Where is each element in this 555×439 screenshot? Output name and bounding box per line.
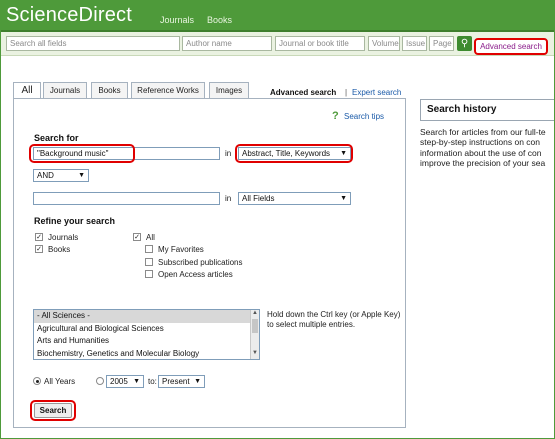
in-label-2: in — [225, 194, 232, 203]
operator-value: AND — [37, 171, 54, 180]
subscribed-checkbox-label: Subscribed publications — [158, 258, 243, 267]
quick-search-go-button[interactable]: ⚲ — [457, 36, 472, 51]
tab-images[interactable]: Images — [209, 82, 249, 99]
subject-listbox[interactable]: - All Sciences - Agricultural and Biolog… — [33, 309, 260, 360]
dropdown-arrow-icon: ▼ — [194, 378, 201, 385]
field-2-value: All Fields — [242, 194, 275, 203]
title-separator: | — [345, 88, 348, 97]
subscribed-checkbox[interactable] — [145, 258, 153, 266]
favorites-checkbox[interactable] — [145, 245, 153, 253]
favorites-checkbox-label: My Favorites — [158, 245, 204, 254]
scrollbar-thumb[interactable] — [252, 319, 258, 333]
search-for-label: Search for — [34, 133, 79, 143]
search-history-description: Search for articles from our full-te ste… — [420, 127, 555, 169]
dropdown-arrow-icon: ▼ — [78, 172, 85, 179]
journal-title-input[interactable]: Journal or book title — [275, 36, 365, 51]
all-years-radio[interactable] — [33, 377, 41, 385]
help-question-icon[interactable]: ? — [332, 110, 339, 122]
all-checkbox[interactable]: ✓ — [133, 233, 141, 241]
subject-option[interactable]: Agricultural and Biological Sciences — [34, 323, 259, 336]
sciencedirect-logo[interactable]: ScienceDirect — [6, 4, 132, 27]
highlight-search-button — [30, 400, 76, 421]
books-checkbox[interactable]: ✓ — [35, 245, 43, 253]
operator-select[interactable]: AND ▼ — [33, 169, 89, 182]
refine-label: Refine your search — [34, 216, 116, 226]
nav-journals[interactable]: Journals — [160, 15, 194, 25]
top-bar: ScienceDirect Journals Books — [0, 0, 555, 32]
open-access-checkbox[interactable] — [145, 270, 153, 278]
all-checkbox-label: All — [146, 233, 155, 242]
search-term-2-input[interactable] — [33, 192, 220, 205]
history-line: information about the use of con — [420, 147, 542, 158]
tab-reference-works[interactable]: Reference Works — [131, 82, 205, 99]
to-label: to: — [148, 377, 157, 386]
highlight-term-1 — [29, 144, 135, 163]
all-years-label: All Years — [44, 377, 76, 386]
history-line: Search for articles from our full-te — [420, 127, 546, 137]
dropdown-arrow-icon: ▼ — [133, 378, 140, 385]
in-label-1: in — [225, 149, 232, 158]
from-year-value: 2005 — [110, 377, 128, 386]
search-tips-link[interactable]: Search tips — [344, 112, 384, 121]
history-line: improve the precision of your sea — [420, 158, 546, 169]
highlight-field-1 — [235, 144, 353, 163]
field-2-select[interactable]: All Fields ▼ — [238, 192, 351, 205]
open-access-checkbox-label: Open Access articles — [158, 270, 233, 279]
books-checkbox-label: Books — [48, 245, 71, 254]
subject-option[interactable]: Biochemistry, Genetics and Molecular Bio… — [34, 348, 259, 360]
issue-input[interactable]: Issue — [402, 36, 427, 51]
search-history-heading[interactable]: Search history — [420, 99, 555, 121]
dropdown-arrow-icon: ▼ — [340, 195, 347, 202]
subject-option[interactable]: Arts and Humanities — [34, 335, 259, 348]
journals-checkbox[interactable]: ✓ — [35, 233, 43, 241]
year-range-radio[interactable] — [96, 377, 104, 385]
tab-books[interactable]: Books — [91, 82, 128, 99]
to-year-select[interactable]: Present ▼ — [158, 375, 205, 388]
history-line: step-by-step instructions on con — [420, 137, 541, 148]
volume-input[interactable]: Volume — [368, 36, 400, 51]
tab-journals[interactable]: Journals — [43, 82, 87, 99]
page-input[interactable]: Page — [429, 36, 454, 51]
scroll-up-icon[interactable]: ▲ — [251, 310, 259, 316]
advanced-search-title: Advanced search — [270, 88, 337, 97]
expert-search-link[interactable]: Expert search — [352, 88, 401, 97]
multi-select-hint: Hold down the Ctrl key (or Apple Key) to… — [267, 310, 401, 329]
to-year-value: Present — [162, 377, 190, 386]
subject-option[interactable]: - All Sciences - — [34, 310, 259, 323]
nav-books[interactable]: Books — [207, 15, 232, 25]
author-name-input[interactable]: Author name — [182, 36, 272, 51]
listbox-scrollbar[interactable]: ▲ ▼ — [250, 310, 259, 359]
advanced-search-link[interactable]: Advanced search — [474, 38, 548, 55]
journals-checkbox-label: Journals — [48, 233, 79, 242]
all-fields-input[interactable]: Search all fields — [6, 36, 180, 51]
scroll-down-icon[interactable]: ▼ — [251, 350, 259, 356]
from-year-select[interactable]: 2005 ▼ — [106, 375, 144, 388]
magnifier-icon: ⚲ — [460, 38, 469, 49]
quick-search-bar: Search all fields Author name Journal or… — [0, 32, 555, 56]
